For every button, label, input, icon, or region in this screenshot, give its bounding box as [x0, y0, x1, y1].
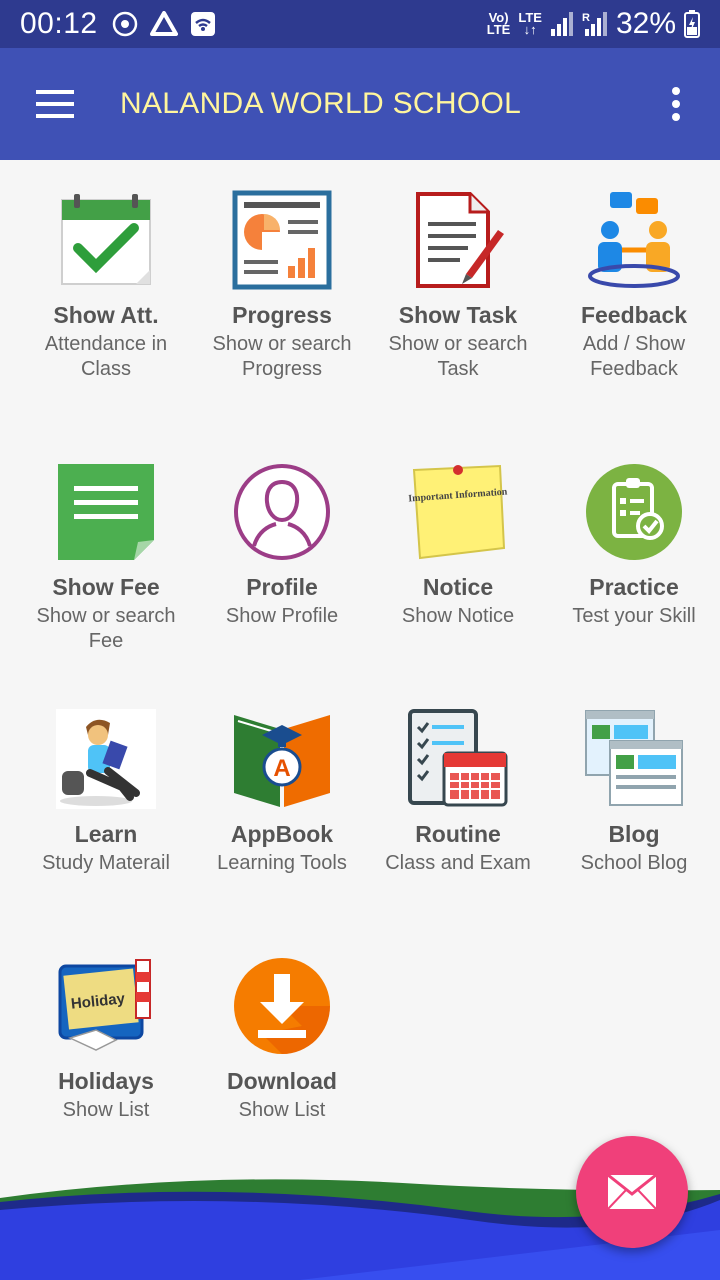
status-notification-icons [112, 11, 216, 37]
tile-label: Show Fee [52, 574, 160, 600]
tile-subtitle: Show or search Fee [36, 605, 176, 652]
tile-show-fee[interactable]: Show Fee Show or search Fee [18, 432, 194, 654]
tile-learn[interactable]: Learn Study Materail [18, 679, 194, 876]
tile-subtitle: Show or search Task [388, 333, 528, 380]
tile-label: Profile [246, 574, 318, 600]
blog-pages-icon [585, 710, 683, 806]
mail-envelope-icon [607, 1174, 657, 1210]
tile-subtitle: Show or search Progress [212, 333, 352, 380]
data-arrows-icon: ↓↑ [523, 22, 537, 37]
practice-clipboard-icon [586, 464, 682, 560]
volte-indicator: Vo) LTE [486, 11, 511, 37]
wifi-box-icon [190, 12, 215, 36]
attendance-check-icon [61, 194, 151, 285]
tile-show-attendance[interactable]: Show Att. Attendance in Class [18, 160, 194, 382]
tile-subtitle: Show Notice [401, 605, 515, 627]
tile-subtitle: Show Profile [225, 605, 339, 627]
tile-feedback[interactable]: Feedback Add / Show Feedback [546, 160, 720, 382]
tile-label: Holidays [58, 1068, 154, 1094]
tile-label: Practice [589, 574, 679, 600]
tile-subtitle: Show List [238, 1099, 326, 1121]
signal-roaming-icon: R [582, 12, 607, 36]
status-system-icons: Vo) LTE LTE ↓↑ R 32% [487, 7, 700, 41]
fee-note-icon [58, 464, 154, 560]
tile-label: Blog [608, 821, 660, 847]
feedback-people-icon [588, 192, 680, 288]
app-title: NALANDA WORLD SCHOOL [120, 87, 522, 120]
tile-label: AppBook [230, 821, 334, 847]
menu-button[interactable] [0, 48, 112, 160]
overflow-menu-button[interactable] [632, 48, 720, 160]
sync-icon [112, 11, 137, 37]
battery-percent: 32% [615, 7, 676, 40]
tile-label: Notice [422, 574, 494, 600]
tile-label: Feedback [580, 302, 688, 328]
tile-profile[interactable]: Profile Show Profile [194, 432, 370, 629]
tile-subtitle: School Blog [580, 852, 688, 874]
tile-label: Show Att. [53, 302, 159, 328]
svg-text:R: R [582, 12, 590, 24]
profile-user-icon [234, 464, 330, 560]
download-icon [234, 958, 330, 1054]
tile-subtitle: Attendance in Class [44, 333, 168, 380]
signal-icon [550, 12, 573, 36]
tile-label: Learn [74, 821, 138, 847]
tile-label: Routine [415, 821, 501, 847]
learn-student-icon [56, 709, 156, 809]
status-time: 00:12 [20, 7, 98, 40]
tile-practice[interactable]: Practice Test your Skill [546, 432, 720, 629]
tile-label: Download [227, 1068, 337, 1094]
tile-subtitle: Test your Skill [572, 605, 696, 627]
tile-holidays[interactable]: Holiday Holidays Show List [18, 926, 194, 1123]
tile-subtitle: Learning Tools [217, 852, 347, 874]
tile-subtitle: Show List [62, 1099, 150, 1121]
holidays-board-icon: Holiday [58, 959, 151, 1051]
progress-report-icon [232, 190, 332, 290]
tile-label: Progress [232, 302, 332, 328]
appbook-icon: A [234, 715, 330, 807]
svg-text:A: A [273, 755, 290, 782]
tile-download[interactable]: Download Show List [194, 926, 370, 1123]
lte-indicator: LTE ↓↑ [518, 11, 542, 37]
tile-subtitle: Class and Exam [385, 852, 531, 874]
tile-progress[interactable]: Progress Show or search Progress [194, 160, 370, 382]
tile-subtitle: Study Materail [42, 852, 170, 874]
tile-appbook[interactable]: A AppBook Learning Tools [194, 679, 370, 876]
tile-show-task[interactable]: Show Task Show or search Task [370, 160, 546, 382]
tile-blog[interactable]: Blog School Blog [546, 679, 720, 876]
battery-icon [684, 10, 700, 38]
drive-icon [149, 11, 178, 36]
app-bar: NALANDA WORLD SCHOOL [0, 48, 720, 160]
compose-message-fab[interactable] [576, 1136, 688, 1248]
more-vert-icon [672, 87, 680, 121]
tile-routine[interactable]: Routine Class and Exam [370, 679, 546, 876]
task-document-icon [416, 192, 504, 288]
tile-subtitle: Add / Show Feedback [582, 333, 686, 380]
status-bar: 00:12 Vo) LTE LTE ↓↑ R 32% [0, 0, 720, 48]
tile-notice[interactable]: Important Information Notice Show Notice [370, 432, 546, 629]
volte-bottom: LTE [486, 22, 511, 37]
hamburger-menu-icon [36, 90, 74, 118]
notice-sticky-icon: Important Information [408, 464, 508, 560]
routine-calendar-icon [408, 709, 508, 807]
tile-label: Show Task [398, 302, 518, 328]
